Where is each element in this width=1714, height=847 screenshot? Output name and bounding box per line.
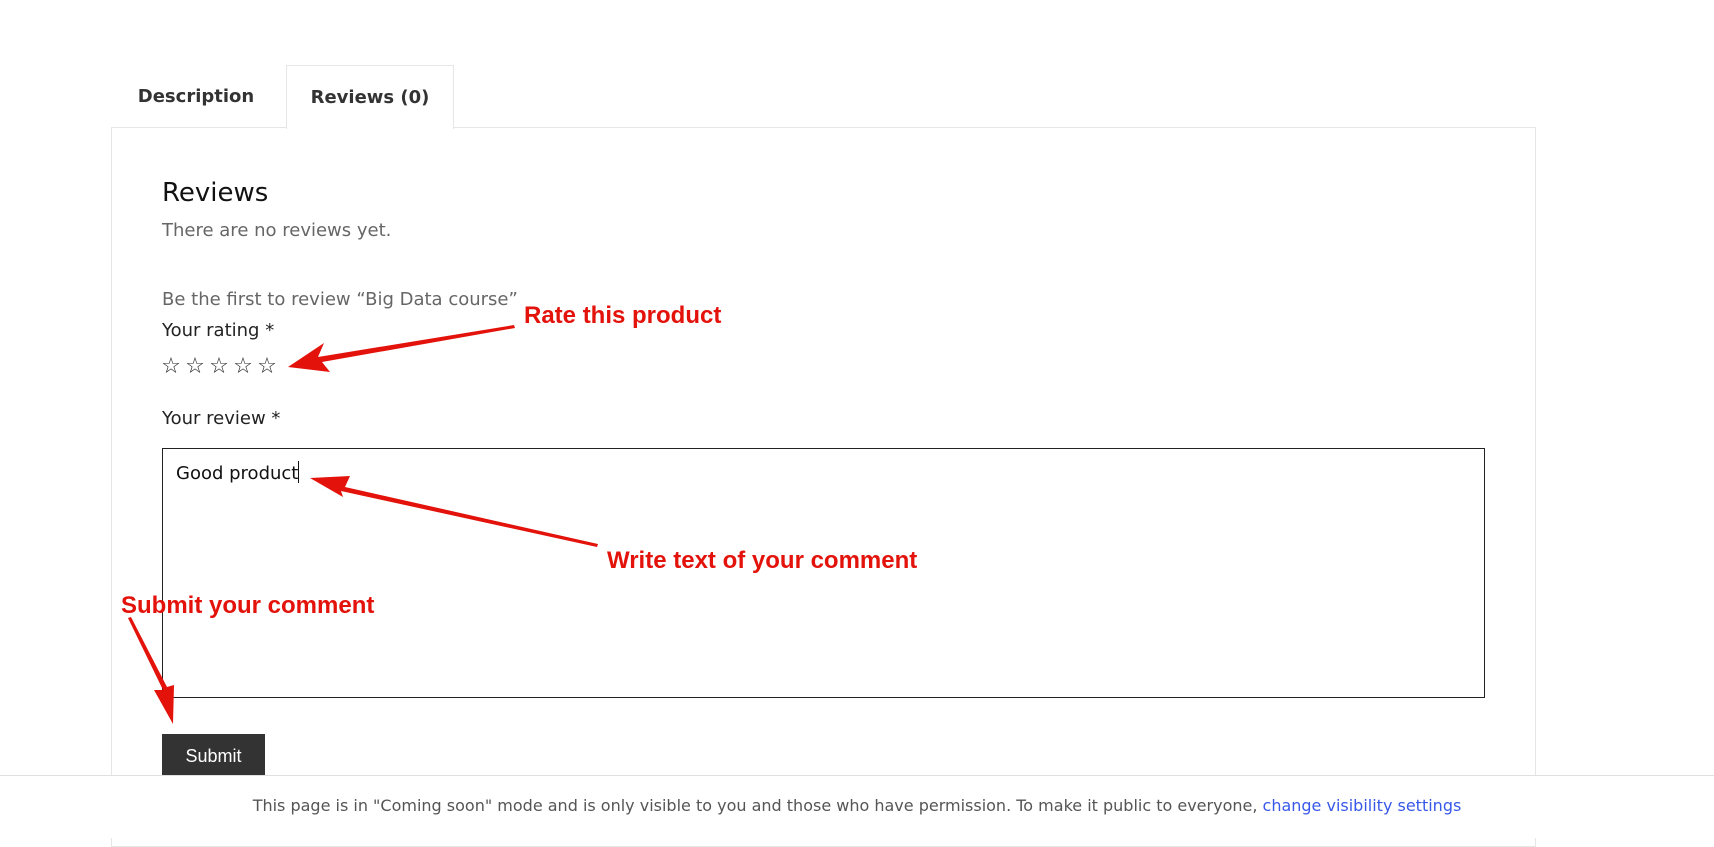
no-reviews-text: There are no reviews yet.	[162, 220, 392, 241]
star-icon-3[interactable]: ☆	[208, 354, 230, 380]
tab-reviews[interactable]: Reviews (0)	[286, 65, 454, 129]
rating-label: Your rating *	[162, 320, 275, 341]
review-label: Your review *	[162, 408, 281, 429]
be-first-text: Be the first to review “Big Data course”	[162, 289, 518, 310]
submit-button[interactable]: Submit	[162, 734, 265, 776]
annotation-submit: Submit your comment	[121, 592, 375, 619]
star-icon-4[interactable]: ☆	[232, 354, 254, 380]
review-text: Good product	[176, 463, 299, 484]
star-icon-2[interactable]: ☆	[184, 354, 206, 380]
star-rating: ☆ ☆ ☆ ☆ ☆	[160, 354, 278, 380]
annotation-rate: Rate this product	[524, 302, 722, 329]
visibility-settings-link[interactable]: change visibility settings	[1263, 796, 1462, 815]
star-icon-1[interactable]: ☆	[160, 354, 182, 380]
star-icon-5[interactable]: ☆	[256, 354, 278, 380]
coming-soon-notice: This page is in "Coming soon" mode and i…	[0, 775, 1714, 838]
annotation-write: Write text of your comment	[607, 547, 918, 574]
reviews-heading: Reviews	[162, 178, 269, 208]
text-caret	[298, 461, 300, 483]
notice-text: This page is in "Coming soon" mode and i…	[252, 796, 1263, 815]
tab-description[interactable]: Description	[111, 65, 281, 128]
